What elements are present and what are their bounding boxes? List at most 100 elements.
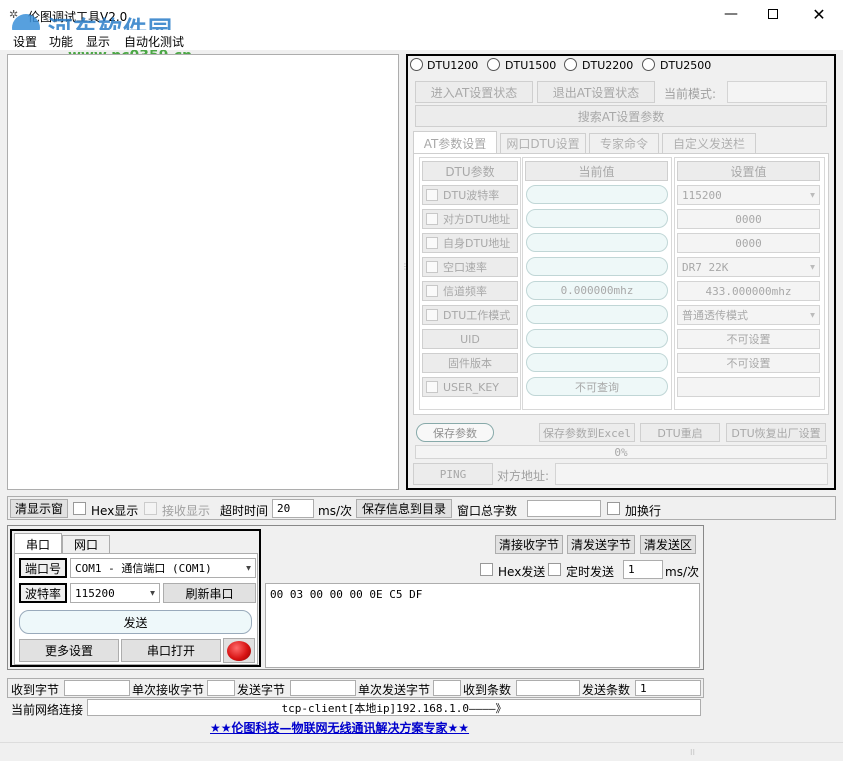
- param-current-value: [526, 305, 668, 324]
- tab-network[interactable]: 网口: [62, 535, 110, 554]
- param-set-field[interactable]: 433.000000mhz: [677, 281, 820, 301]
- recv-bytes-field: [64, 680, 130, 696]
- clear-display-button[interactable]: 清显示窗: [10, 499, 68, 518]
- param-checkbox[interactable]: [426, 381, 438, 393]
- port-value: COM1 - 通信端口 (COM1): [75, 562, 212, 575]
- param-current-value: [526, 353, 668, 372]
- radio-dtu1500-label: DTU1500: [505, 59, 557, 72]
- timeout-unit: ms/次: [318, 504, 352, 518]
- radio-dtu2200[interactable]: [564, 58, 577, 71]
- param-set-text: 普通透传模式: [682, 309, 748, 322]
- tab-at-params[interactable]: AT参数设置: [413, 131, 497, 154]
- chevron-down-icon: ▼: [150, 588, 155, 598]
- close-icon[interactable]: ✕: [804, 3, 834, 25]
- open-port-button[interactable]: 串口打开: [121, 639, 221, 662]
- port-select[interactable]: COM1 - 通信端口 (COM1) ▼: [70, 558, 256, 578]
- param-set-field[interactable]: 0000: [677, 233, 820, 253]
- clear-recv-bytes-button[interactable]: 清接收字节: [495, 535, 563, 554]
- param-set-text: 115200: [682, 188, 722, 202]
- save-info-button[interactable]: 保存信息到目录: [356, 499, 452, 518]
- exit-at-button[interactable]: 退出AT设置状态: [537, 81, 655, 103]
- param-label-cell[interactable]: DTU波特率: [422, 185, 518, 205]
- chevron-down-icon: ▼: [810, 190, 815, 200]
- radio-dtu1200-label: DTU1200: [427, 59, 479, 72]
- tab-expert[interactable]: 专家命令: [589, 133, 659, 154]
- interval-input[interactable]: 1: [623, 560, 663, 579]
- param-checkbox[interactable]: [426, 285, 438, 297]
- current-mode-field: [727, 81, 827, 103]
- tab-custom-send[interactable]: 自定义发送栏: [662, 133, 756, 154]
- peer-address-field[interactable]: [555, 463, 828, 485]
- hex-display-checkbox[interactable]: [73, 502, 86, 515]
- send-button[interactable]: 发送: [19, 610, 252, 634]
- send-textarea[interactable]: 00 03 00 00 00 0E C5 DF: [265, 583, 700, 668]
- footer-link[interactable]: ★★伦图科技—物联网无线通讯解决方案专家★★: [210, 719, 469, 736]
- param-label-cell[interactable]: 自身DTU地址: [422, 233, 518, 253]
- radio-dtu2500[interactable]: [642, 58, 655, 71]
- menu-automation[interactable]: 自动化测试: [124, 33, 184, 50]
- param-set-select[interactable]: DR7 22K ▼: [677, 257, 820, 277]
- send-bytes-label: 发送字节: [237, 683, 286, 697]
- timeout-input[interactable]: 20: [272, 499, 314, 518]
- param-set-field[interactable]: [677, 377, 820, 397]
- maximize-icon[interactable]: [758, 3, 788, 25]
- param-label-cell[interactable]: DTU工作模式: [422, 305, 518, 325]
- restart-dtu-button[interactable]: DTU重启: [640, 423, 720, 442]
- recv-display-checkbox[interactable]: [144, 502, 157, 515]
- chevron-down-icon: ▼: [810, 262, 815, 272]
- resize-grip-icon[interactable]: ⁝⁝: [690, 748, 695, 757]
- radio-dtu2500-label: DTU2500: [660, 59, 712, 72]
- save-params-button[interactable]: 保存参数: [416, 423, 494, 442]
- refresh-port-button[interactable]: 刷新串口: [163, 583, 256, 603]
- param-label-text: 自身DTU地址: [443, 237, 511, 250]
- header-current-value: 当前值: [525, 161, 668, 181]
- param-checkbox[interactable]: [426, 309, 438, 321]
- param-set-field[interactable]: 不可设置: [677, 329, 820, 349]
- param-label-cell[interactable]: 对方DTU地址: [422, 209, 518, 229]
- param-set-select[interactable]: 115200 ▼: [677, 185, 820, 205]
- led-indicator-icon: [227, 640, 251, 661]
- param-set-select[interactable]: 普通透传模式 ▼: [677, 305, 820, 325]
- hex-send-checkbox[interactable]: [480, 563, 493, 576]
- minimize-icon[interactable]: —: [716, 3, 746, 25]
- clear-send-area-button[interactable]: 清发送区: [640, 535, 696, 554]
- receive-display-area[interactable]: [7, 54, 399, 490]
- menu-settings[interactable]: 设置: [13, 33, 37, 50]
- menu-function[interactable]: 功能: [49, 33, 73, 50]
- tab-net-dtu[interactable]: 网口DTU设置: [500, 133, 586, 154]
- single-send-field: [433, 680, 461, 696]
- param-current-value: [526, 329, 668, 348]
- param-set-text: 不可设置: [726, 357, 771, 370]
- wrap-checkbox[interactable]: [607, 502, 620, 515]
- param-checkbox[interactable]: [426, 237, 438, 249]
- net-connection-field: tcp-client[本地ip]192.168.1.0————》: [87, 699, 701, 716]
- more-settings-button[interactable]: 更多设置: [19, 639, 119, 662]
- param-set-field[interactable]: 0000: [677, 209, 820, 229]
- radio-dtu1500[interactable]: [487, 58, 500, 71]
- search-at-button[interactable]: 搜索AT设置参数: [415, 105, 827, 127]
- param-label-cell[interactable]: 信道频率: [422, 281, 518, 301]
- param-label-cell[interactable]: 空口速率: [422, 257, 518, 277]
- ping-button[interactable]: PING: [413, 463, 493, 485]
- param-checkbox[interactable]: [426, 261, 438, 273]
- recv-bytes-label: 收到字节: [11, 683, 60, 697]
- tab-serial[interactable]: 串口: [14, 533, 62, 554]
- interval-unit: ms/次: [665, 565, 699, 579]
- param-checkbox[interactable]: [426, 189, 438, 201]
- param-label-text: USER_KEY: [443, 380, 500, 394]
- param-label-cell[interactable]: USER_KEY: [422, 377, 518, 397]
- save-excel-button[interactable]: 保存参数到Excel: [539, 423, 635, 442]
- net-connection-label: 当前网络连接: [11, 703, 84, 717]
- progress-label: 0%: [614, 445, 628, 459]
- baud-select[interactable]: 115200 ▼: [70, 583, 160, 603]
- param-set-field[interactable]: 不可设置: [677, 353, 820, 373]
- enter-at-button[interactable]: 进入AT设置状态: [415, 81, 533, 103]
- clear-send-bytes-button[interactable]: 清发送字节: [567, 535, 635, 554]
- factory-reset-button[interactable]: DTU恢复出厂设置: [726, 423, 826, 442]
- menu-display[interactable]: 显示: [86, 33, 110, 50]
- param-checkbox[interactable]: [426, 213, 438, 225]
- port-status-led-button[interactable]: [223, 638, 255, 663]
- param-current-value: [526, 185, 668, 204]
- timed-send-checkbox[interactable]: [548, 563, 561, 576]
- radio-dtu1200[interactable]: [410, 58, 423, 71]
